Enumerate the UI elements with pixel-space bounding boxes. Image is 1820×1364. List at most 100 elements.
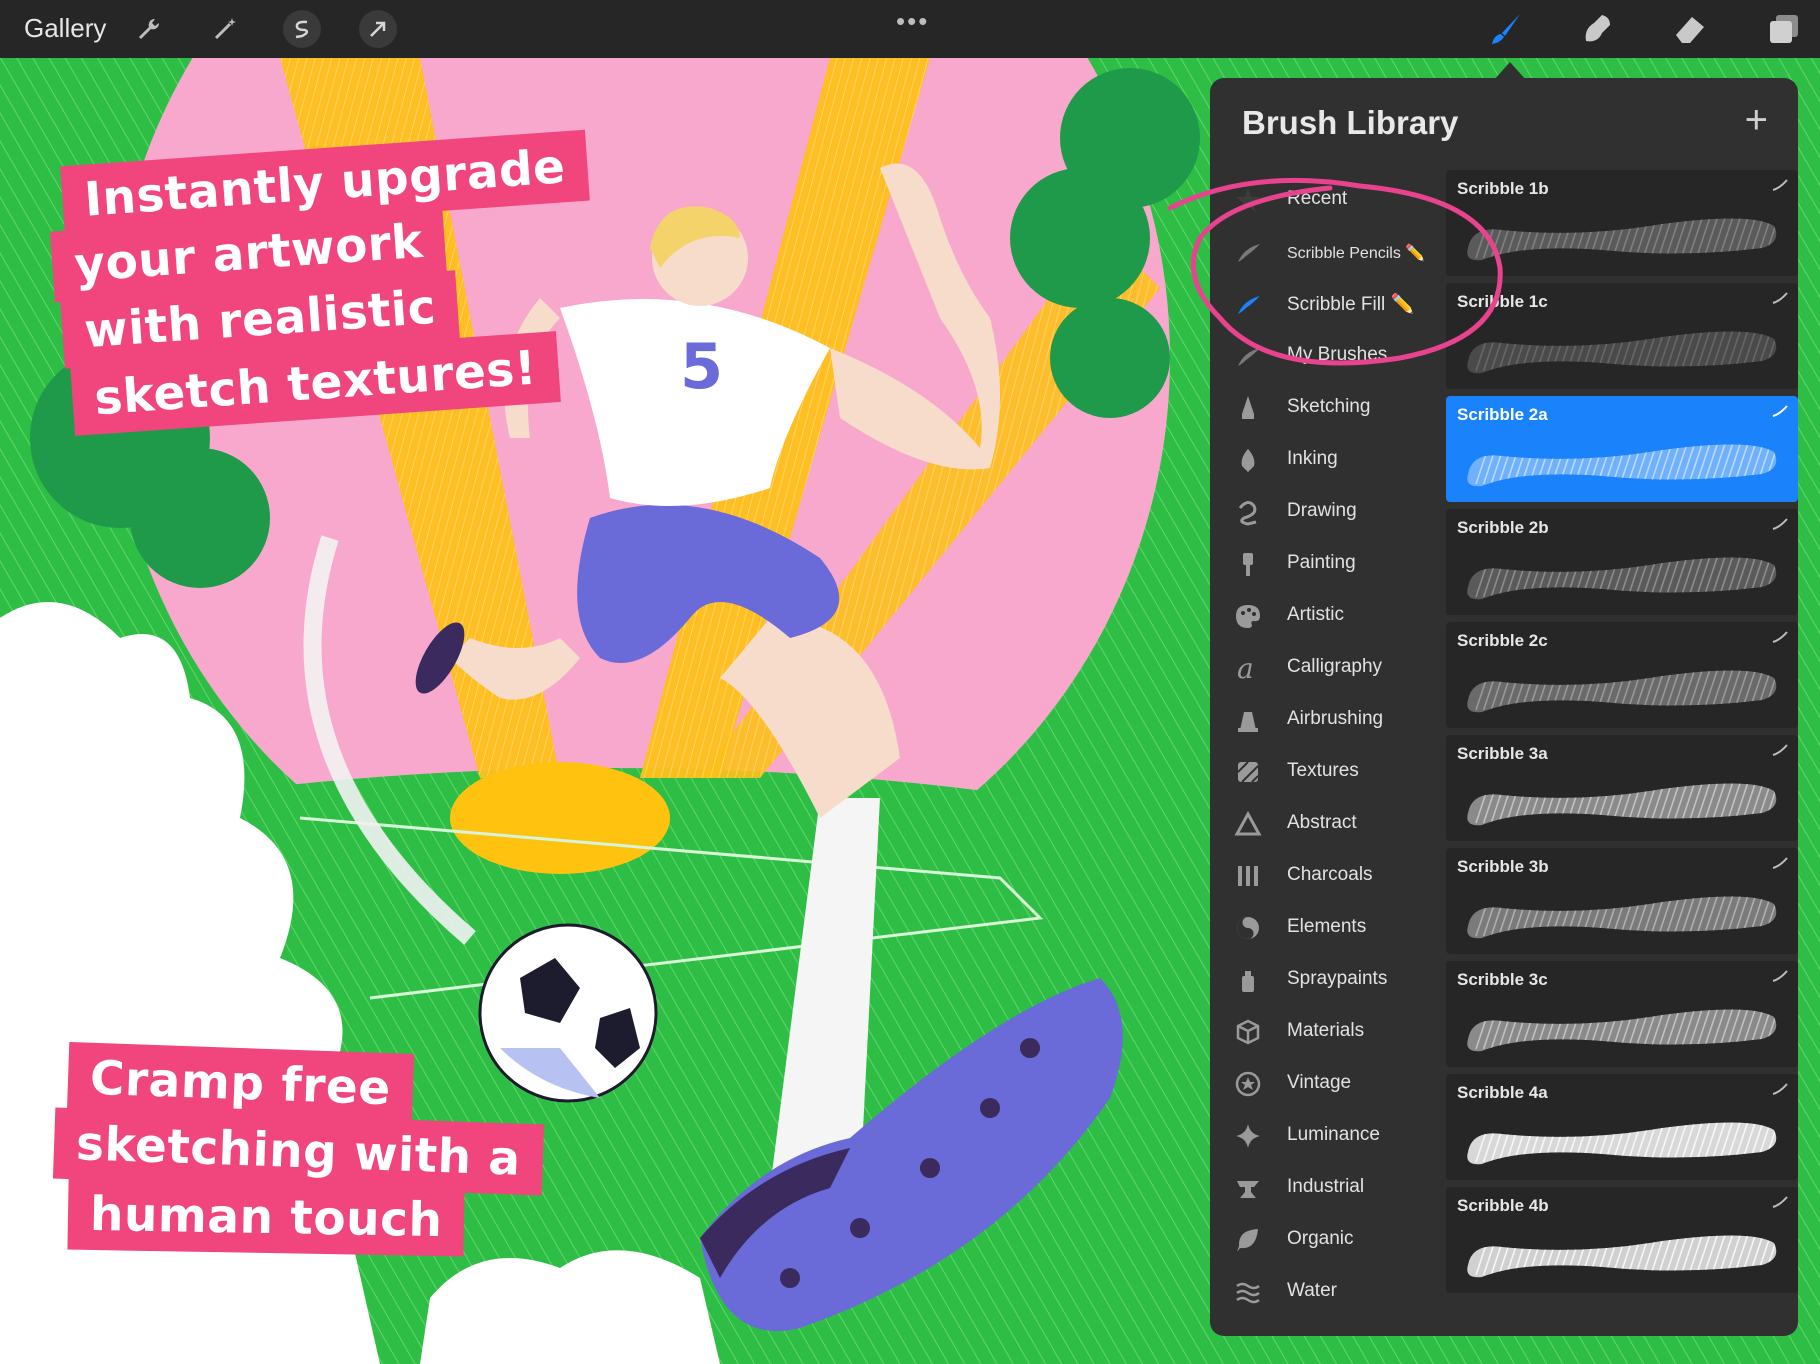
brush-stroke-preview: [1462, 208, 1784, 266]
brush-icon[interactable]: [1484, 10, 1528, 48]
selection-icon[interactable]: [283, 10, 321, 48]
pen-nib-icon: [1234, 446, 1262, 474]
brush-set-sketching[interactable]: Sketching: [1210, 382, 1436, 434]
brush-name: Scribble 3b: [1457, 857, 1549, 876]
brush-set-textures[interactable]: Textures: [1210, 746, 1436, 798]
cube-icon: [1234, 1018, 1262, 1046]
more-options-icon[interactable]: •••: [896, 6, 929, 37]
leaf-icon: [1234, 1226, 1262, 1254]
brush-set-label: Elements: [1287, 916, 1367, 937]
brush-set-charcoals[interactable]: Charcoals: [1210, 850, 1436, 902]
triangle-icon: [1234, 810, 1262, 838]
brush-name: Scribble 2c: [1457, 631, 1548, 650]
brush-name: Scribble 4b: [1457, 1196, 1549, 1215]
add-brush-button[interactable]: +: [1745, 98, 1768, 143]
brush-set-icon: [1234, 342, 1262, 370]
brush-stroke-preview: [1462, 1112, 1784, 1170]
brush-set-inking[interactable]: Inking: [1210, 434, 1436, 486]
brush-scribble-4a[interactable]: Scribble 4a: [1446, 1074, 1798, 1180]
charcoal-icon: [1234, 862, 1262, 890]
brush-name: Scribble 1b: [1457, 179, 1549, 198]
svg-text:a: a: [1237, 654, 1254, 682]
brush-set-vintage[interactable]: Vintage: [1210, 1058, 1436, 1110]
brush-name: Scribble 3c: [1457, 970, 1548, 989]
brush-set-drawing[interactable]: Drawing: [1210, 486, 1436, 538]
brush-name: Scribble 2a: [1457, 405, 1548, 424]
eraser-icon[interactable]: [1668, 10, 1712, 48]
brush-stroke-mark-icon: [1772, 404, 1788, 418]
brush-set-materials[interactable]: Materials: [1210, 1006, 1436, 1058]
magic-wand-icon[interactable]: [206, 10, 244, 48]
brush-set-label: Sketching: [1287, 396, 1371, 417]
brush-name: Scribble 1c: [1457, 292, 1548, 311]
brush-scribble-2b[interactable]: Scribble 2b: [1446, 509, 1798, 615]
shirt-number: 5: [680, 330, 723, 403]
brush-stroke-mark-icon: [1772, 517, 1788, 531]
brush-set-label: Industrial: [1287, 1176, 1365, 1197]
vintage-star-icon: [1234, 1070, 1262, 1098]
brush-set-luminance[interactable]: Luminance: [1210, 1110, 1436, 1162]
brush-set-water[interactable]: Water: [1210, 1266, 1436, 1318]
brush-set-label: Inking: [1287, 448, 1338, 469]
waves-icon: [1234, 1278, 1262, 1306]
brush-set-scribble-fill[interactable]: Scribble Fill ✏️: [1210, 278, 1436, 330]
anvil-icon: [1234, 1174, 1262, 1202]
brush-set-painting[interactable]: Painting: [1210, 538, 1436, 590]
brush-set-scribble-pencils[interactable]: Scribble Pencils ✏️: [1210, 226, 1436, 278]
layers-icon[interactable]: [1762, 10, 1806, 48]
brush-stroke-preview: [1462, 434, 1784, 492]
brush-set-recent[interactable]: Recent: [1210, 174, 1436, 226]
brush-set-airbrushing[interactable]: Airbrushing: [1210, 694, 1436, 746]
brush-stroke-preview: [1462, 886, 1784, 944]
brush-scribble-4b[interactable]: Scribble 4b: [1446, 1187, 1798, 1293]
brush-stroke-mark-icon: [1772, 630, 1788, 644]
brush-set-label: My Brushes: [1287, 344, 1388, 365]
brush-set-organic[interactable]: Organic: [1210, 1214, 1436, 1266]
brush-stroke-mark-icon: [1772, 856, 1788, 870]
brush-set-label: Scribble Fill ✏️: [1287, 294, 1415, 315]
smudge-icon[interactable]: [1576, 10, 1620, 48]
brush-set-label: Airbrushing: [1287, 708, 1384, 729]
transform-arrow-icon[interactable]: [359, 10, 397, 48]
brush-set-abstract[interactable]: Abstract: [1210, 798, 1436, 850]
brush-scribble-1b[interactable]: Scribble 1b: [1446, 170, 1798, 276]
brush-set-elements[interactable]: Elements: [1210, 902, 1436, 954]
brush-set-label: Vintage: [1287, 1072, 1352, 1093]
brush-library-panel: Brush Library + Recent Scribble Pencils ✏…: [1210, 78, 1798, 1336]
brush-stroke-preview: [1462, 999, 1784, 1057]
wrench-icon[interactable]: [130, 10, 168, 48]
brush-stroke-preview: [1462, 660, 1784, 718]
brush-set-label: Drawing: [1287, 500, 1357, 521]
brush-name: Scribble 2b: [1457, 518, 1549, 537]
calligraphy-a-icon: a: [1234, 652, 1262, 685]
brush-list: Scribble 1b Scribble 1c Scribble 2a Scribbl…: [1436, 170, 1798, 1336]
brush-name: Scribble 4a: [1457, 1083, 1548, 1102]
brush-scribble-2c[interactable]: Scribble 2c: [1446, 622, 1798, 728]
brush-scribble-3b[interactable]: Scribble 3b: [1446, 848, 1798, 954]
paint-brush-icon: [1234, 550, 1262, 578]
airbrush-icon: [1234, 706, 1262, 734]
brush-stroke-mark-icon: [1772, 1195, 1788, 1209]
brush-set-label: Organic: [1287, 1228, 1354, 1249]
brush-set-spraypaints[interactable]: Spraypaints: [1210, 954, 1436, 1006]
yin-yang-icon: [1234, 914, 1262, 942]
brush-set-label: Artistic: [1287, 604, 1344, 625]
brush-scribble-3a[interactable]: Scribble 3a: [1446, 735, 1798, 841]
brush-set-calligraphy[interactable]: a Calligraphy: [1210, 642, 1436, 694]
pencil-tip-icon: [1234, 394, 1262, 422]
brush-stroke-mark-icon: [1772, 178, 1788, 192]
brush-scribble-1c[interactable]: Scribble 1c: [1446, 283, 1798, 389]
brush-set-my-brushes[interactable]: My Brushes: [1210, 330, 1436, 382]
panel-title: Brush Library: [1242, 104, 1459, 141]
brush-set-label: Scribble Pencils ✏️: [1287, 245, 1426, 262]
brush-stroke-preview: [1462, 321, 1784, 379]
brush-scribble-3c[interactable]: Scribble 3c: [1446, 961, 1798, 1067]
brush-set-label: Recent: [1287, 188, 1348, 209]
brush-scribble-2a[interactable]: Scribble 2a: [1446, 396, 1798, 502]
brush-set-artistic[interactable]: Artistic: [1210, 590, 1436, 642]
brush-set-label: Painting: [1287, 552, 1356, 573]
texture-icon: [1234, 758, 1262, 786]
brush-set-label: Luminance: [1287, 1124, 1380, 1145]
brush-set-industrial[interactable]: Industrial: [1210, 1162, 1436, 1214]
gallery-button[interactable]: Gallery: [24, 13, 106, 44]
